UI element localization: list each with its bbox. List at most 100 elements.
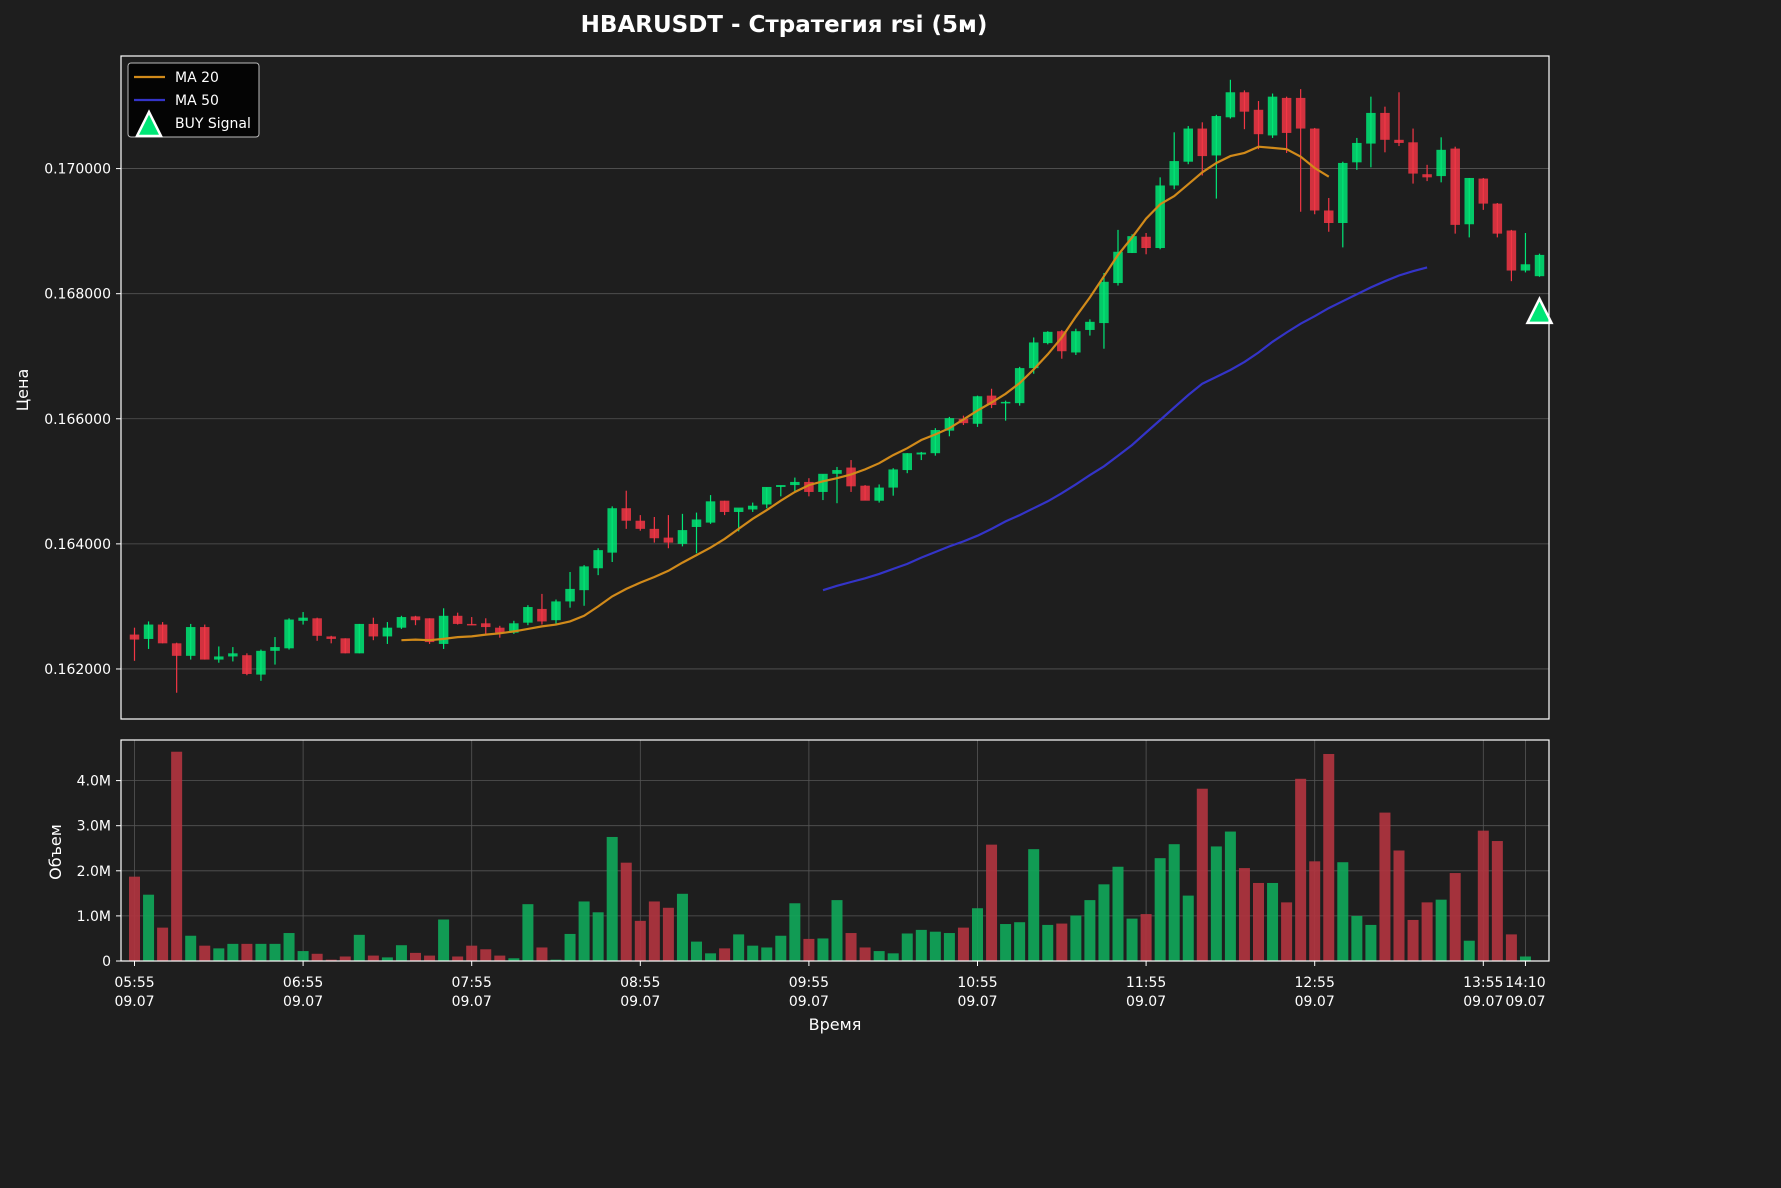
volume-bar	[129, 876, 140, 961]
candle-body	[1520, 264, 1531, 271]
candle-body	[1211, 116, 1222, 156]
volume-bar	[733, 934, 745, 961]
volume-bar	[1435, 899, 1447, 961]
volume-bar	[1028, 849, 1040, 961]
volume-bar	[297, 951, 309, 961]
candle-body	[776, 485, 786, 487]
date-tick-label: 09.07	[1463, 994, 1503, 1010]
volume-bar	[199, 945, 211, 961]
volume-bar	[283, 933, 295, 961]
candle-body	[1183, 128, 1193, 162]
date-tick-label: 09.07	[1505, 994, 1545, 1010]
volume-bar	[1238, 868, 1250, 961]
volume-tick-label: 0	[102, 954, 111, 970]
candle-body	[256, 650, 266, 675]
volume-bar	[480, 949, 492, 961]
volume-bar	[761, 947, 773, 961]
date-tick-label: 09.07	[1126, 994, 1166, 1010]
volume-bar	[648, 901, 660, 961]
candle-body	[874, 487, 884, 501]
volume-bar	[1154, 858, 1166, 961]
candle-body	[846, 467, 856, 487]
candle-body	[157, 624, 168, 644]
volume-bar	[1379, 812, 1391, 961]
volume-tick-label: 1.0M	[77, 909, 111, 925]
candle	[200, 624, 210, 660]
candle-body	[1071, 331, 1081, 353]
candle-body	[916, 452, 927, 455]
price-tick-label: 0.162000	[44, 662, 111, 678]
volume-bar	[1126, 918, 1138, 961]
candle-body	[298, 617, 308, 621]
volume-bar	[1210, 846, 1222, 961]
candle	[1155, 177, 1165, 250]
volume-bar	[662, 907, 674, 961]
candle-body	[1450, 148, 1460, 225]
candle-body	[1155, 185, 1165, 249]
candle	[1492, 202, 1503, 238]
date-tick-label: 09.07	[789, 994, 829, 1010]
candle-body	[368, 623, 379, 637]
candle-body	[537, 608, 547, 622]
volume-bar	[845, 933, 857, 961]
candle-body	[326, 636, 336, 639]
candle-body	[382, 627, 393, 637]
volume-bar	[269, 943, 281, 961]
volume-bar	[255, 943, 267, 961]
candle-body	[1141, 236, 1151, 249]
candle-body	[354, 623, 365, 654]
time-axis-label: Время	[809, 1015, 862, 1034]
legend-ma50-label: MA 50	[175, 93, 219, 109]
time-tick-label: 10:55	[957, 975, 997, 991]
volume-tick-label: 4.0M	[77, 774, 111, 790]
candle-body	[691, 519, 702, 527]
candle-body	[1394, 139, 1404, 143]
time-tick-label: 08:55	[620, 975, 660, 991]
date-tick-label: 09.07	[283, 994, 323, 1010]
candle-body	[663, 537, 674, 543]
volume-bar	[1449, 873, 1461, 961]
volume-bar	[803, 938, 815, 961]
candle-body	[1197, 128, 1208, 157]
volume-bar	[213, 948, 225, 961]
volume-bar	[1463, 940, 1475, 961]
volume-bar	[1056, 923, 1068, 961]
volume-bar	[1042, 924, 1054, 961]
volume-tick-label: 2.0M	[77, 864, 111, 880]
volume-bar	[1084, 900, 1096, 961]
volume-bar	[1182, 895, 1194, 961]
candle-body	[733, 507, 744, 512]
candle-body	[1267, 96, 1278, 136]
volume-bar	[1253, 882, 1264, 961]
volume-bar	[1477, 830, 1489, 961]
candle	[396, 615, 407, 629]
volume-bar	[634, 920, 646, 961]
candle-body	[1492, 203, 1503, 234]
volume-bar	[901, 933, 913, 961]
candle-body	[452, 615, 463, 624]
volume-bar	[1196, 788, 1208, 961]
volume-bar	[1267, 882, 1279, 961]
volume-bar	[1295, 778, 1307, 961]
volume-bar	[1323, 753, 1335, 961]
time-tick-label: 13:55	[1463, 975, 1503, 991]
candle	[157, 622, 168, 644]
volume-bar	[1407, 919, 1419, 961]
volume-bar	[536, 947, 548, 961]
volume-bar	[986, 844, 998, 961]
volume-bar	[424, 955, 436, 961]
volume-bar	[592, 912, 604, 961]
volume-bar	[719, 948, 731, 961]
candle-body	[185, 627, 196, 656]
volume-bar	[241, 943, 253, 961]
volume-bar	[1168, 844, 1180, 961]
volume-bar	[1421, 902, 1433, 961]
candle-body	[565, 588, 575, 602]
candle-body	[1000, 401, 1011, 404]
legend-ma20-label: MA 20	[175, 70, 219, 86]
volume-bar	[747, 945, 759, 961]
date-tick-label: 09.07	[957, 994, 997, 1010]
candle-body	[607, 508, 617, 553]
volume-bar	[143, 894, 155, 961]
volume-bar	[789, 903, 801, 961]
